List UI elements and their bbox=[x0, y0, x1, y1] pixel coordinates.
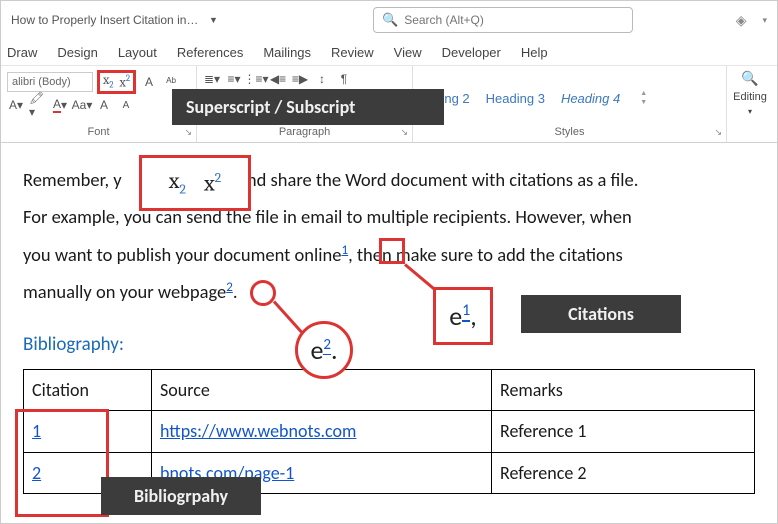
font-color-icon[interactable]: A▾ bbox=[51, 96, 69, 114]
ribbon-group-font: alibri (Body) x2 x2 A ᴬᵇ A▾ 🖍▾ A▾ Aa▾ A … bbox=[1, 66, 197, 142]
styles-dialog-launcher-icon[interactable]: ↘ bbox=[714, 127, 722, 138]
chevron-down-icon[interactable]: ▼ bbox=[209, 15, 218, 25]
sort-icon[interactable]: ↕ bbox=[313, 70, 331, 88]
increase-indent-icon[interactable]: ≡▶ bbox=[291, 70, 309, 88]
change-case-icon[interactable]: Aa▾ bbox=[73, 96, 91, 114]
show-marks-icon[interactable]: ¶ bbox=[335, 70, 353, 88]
title-bar: How to Properly Insert Citation in Micro… bbox=[1, 1, 777, 39]
paragraph-dialog-launcher-icon[interactable]: ↘ bbox=[400, 127, 408, 138]
group-label-styles: Styles bbox=[419, 126, 720, 140]
paragraph-line: you want to publish your document online… bbox=[23, 236, 755, 273]
text-run: and share the Word document with citatio… bbox=[238, 168, 638, 191]
callout-citations: Citations bbox=[521, 295, 681, 333]
text-run: . bbox=[233, 280, 238, 303]
highlight-icon[interactable]: 🖍▾ bbox=[29, 96, 47, 114]
style-heading3[interactable]: Heading 3 bbox=[486, 91, 545, 106]
group-label-paragraph: Paragraph bbox=[203, 126, 406, 140]
search-input[interactable] bbox=[404, 13, 624, 27]
paragraph-line: For example, you can send the file in em… bbox=[23, 198, 755, 235]
menu-developer[interactable]: Developer bbox=[442, 45, 501, 60]
numbering-icon[interactable]: ≡▾ bbox=[225, 70, 243, 88]
style-heading4[interactable]: Heading 4 bbox=[561, 91, 620, 106]
citation-link-2[interactable]: 2 bbox=[32, 462, 41, 484]
menu-bar: Draw Design Layout References Mailings R… bbox=[1, 39, 777, 65]
menu-mailings[interactable]: Mailings bbox=[263, 45, 311, 60]
multilevel-icon[interactable]: ⋮≡▾ bbox=[247, 70, 265, 88]
group-label-editing: Editing bbox=[733, 91, 767, 103]
subscript-button[interactable]: x2 bbox=[103, 73, 114, 91]
menu-help[interactable]: Help bbox=[521, 45, 548, 60]
group-label-font: Font bbox=[7, 126, 190, 140]
text-run: manually on your webpage bbox=[23, 280, 226, 303]
text-effects-button[interactable]: A bbox=[140, 73, 158, 91]
bibliography-table: Citation Source Remarks 1 https://www.we… bbox=[23, 369, 755, 494]
text-run: you want to publish your document onlin bbox=[23, 243, 332, 266]
ribbon-group-editing[interactable]: 🔍 Editing ▾ bbox=[727, 66, 773, 142]
citation-2[interactable]: 2 bbox=[226, 280, 233, 295]
subscript-zoom-icon: x2 bbox=[169, 168, 186, 197]
source-link-1[interactable]: https://www.webnots.com bbox=[160, 420, 356, 442]
document-title: How to Properly Insert Citation in Micro… bbox=[11, 13, 201, 27]
chevron-down-icon: ▾ bbox=[748, 107, 752, 116]
ribbon-group-styles: ading 2 Heading 3 Heading 4 ▲▼ Styles ↘ bbox=[413, 66, 727, 142]
font-effects-icon[interactable]: A▾ bbox=[7, 96, 25, 114]
grow-font-icon[interactable]: A bbox=[95, 96, 113, 114]
th-remarks: Remarks bbox=[492, 369, 755, 410]
menu-draw[interactable]: Draw bbox=[7, 45, 37, 60]
subscript-superscript-buttons: x2 x2 bbox=[97, 70, 136, 94]
table-row: 1 https://www.webnots.com Reference 1 bbox=[24, 411, 755, 452]
remarks-cell: Reference 1 bbox=[492, 411, 755, 452]
remarks-cell: Reference 2 bbox=[492, 452, 755, 493]
menu-design[interactable]: Design bbox=[57, 45, 97, 60]
menu-layout[interactable]: Layout bbox=[118, 45, 157, 60]
premium-icon[interactable]: ◈ bbox=[736, 12, 747, 29]
menu-references[interactable]: References bbox=[177, 45, 243, 60]
callout-supsub: Superscript / Subscript bbox=[172, 89, 444, 125]
text-run: , then make sure to add the citations bbox=[348, 243, 623, 266]
font-dialog-launcher-icon[interactable]: ↘ bbox=[184, 127, 192, 138]
bullets-icon[interactable]: ≣▾ bbox=[203, 70, 221, 88]
superscript-zoom-icon: x2 bbox=[204, 169, 221, 196]
text-run: Remember, y bbox=[23, 168, 122, 191]
styles-scroller[interactable]: ▲▼ bbox=[640, 90, 647, 106]
citation-link-1[interactable]: 1 bbox=[32, 420, 41, 442]
editing-icon: 🔍 bbox=[741, 70, 758, 87]
shrink-font-icon[interactable]: A bbox=[117, 96, 135, 114]
callout-bibliography: Bibliogrpahy bbox=[101, 477, 261, 515]
zoom-supsub: x2 x2 bbox=[139, 155, 251, 211]
th-citation: Citation bbox=[24, 369, 152, 410]
font-name-select[interactable]: alibri (Body) bbox=[7, 72, 93, 92]
superscript-button[interactable]: x2 bbox=[120, 74, 131, 90]
table-header-row: Citation Source Remarks bbox=[24, 369, 755, 410]
zoom-citation-2: e2. bbox=[295, 321, 353, 379]
paragraph-line: Remember, y and share the Word document … bbox=[23, 161, 755, 198]
search-icon: 🔍 bbox=[382, 12, 398, 28]
window-options-icon[interactable]: ▾ bbox=[762, 15, 767, 26]
menu-review[interactable]: Review bbox=[331, 45, 374, 60]
menu-view[interactable]: View bbox=[394, 45, 422, 60]
doc-title-wrap[interactable]: How to Properly Insert Citation in Micro… bbox=[11, 13, 221, 27]
search-box[interactable]: 🔍 bbox=[373, 7, 633, 33]
decrease-indent-icon[interactable]: ◀≡ bbox=[269, 70, 287, 88]
